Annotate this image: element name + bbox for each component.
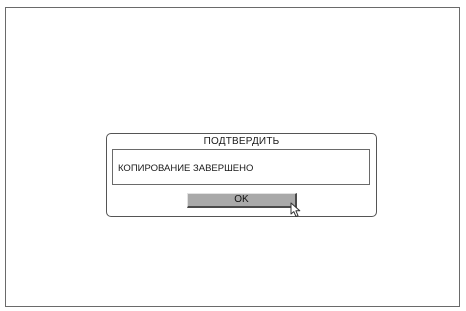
pointer-arrow-icon <box>290 202 301 217</box>
dialog-title: ПОДТВЕРДИТЬ <box>203 136 280 147</box>
dialog-message: КОПИРОВАНИЕ ЗАВЕРШЕНО <box>118 163 254 174</box>
ok-button[interactable]: OK <box>187 193 297 208</box>
screen-frame: ПОДТВЕРДИТЬ КОПИРОВАНИЕ ЗАВЕРШЕНО OK <box>5 7 460 307</box>
message-box: КОПИРОВАНИЕ ЗАВЕРШЕНО <box>112 149 370 185</box>
confirm-dialog: ПОДТВЕРДИТЬ КОПИРОВАНИЕ ЗАВЕРШЕНО OK <box>106 133 377 217</box>
